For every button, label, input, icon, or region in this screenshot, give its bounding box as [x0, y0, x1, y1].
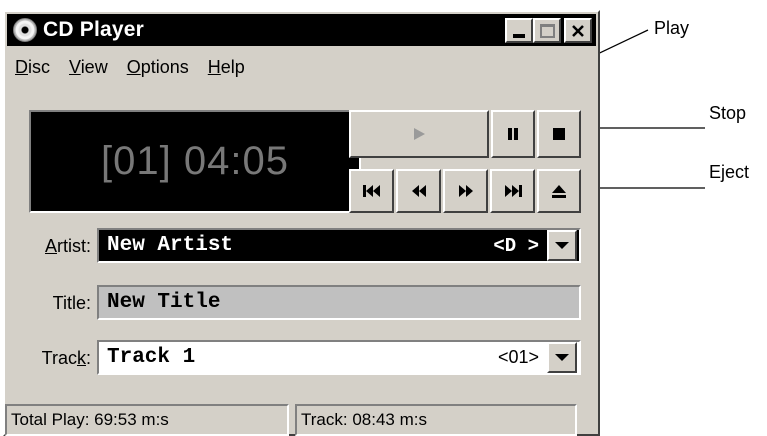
artist-label: Artist:: [44, 236, 91, 256]
maximize-icon: [539, 23, 555, 38]
track-label: Track:: [41, 348, 91, 368]
eject-callout-label: Eject: [709, 162, 750, 182]
play-icon: [414, 128, 425, 140]
time-display[interactable]: [01] 04:05: [29, 110, 361, 213]
pause-button[interactable]: [491, 110, 535, 158]
minimize-button[interactable]: [505, 18, 533, 43]
close-button[interactable]: [564, 18, 592, 43]
track-status: Track: 08:43 m:s: [295, 404, 577, 436]
skip-forward-button[interactable]: [443, 169, 488, 213]
next-track-icon: [504, 185, 522, 197]
cd-player-window: CD Player Disc View Options Help [01] 04…: [3, 10, 600, 436]
skip-backward-button[interactable]: [396, 169, 441, 213]
fast-forward-icon: [458, 185, 473, 197]
total-play-status: Total Play: 69:53 m:s: [5, 404, 289, 436]
menu-options[interactable]: Options: [127, 57, 189, 78]
track-field[interactable]: Track 1 <01>: [97, 340, 581, 375]
play-callout-label: Play: [654, 18, 690, 38]
next-track-button[interactable]: [490, 169, 535, 213]
window-title: CD Player: [43, 18, 145, 41]
track-number: <01>: [497, 347, 539, 367]
play-button[interactable]: [349, 110, 489, 158]
previous-track-button[interactable]: [349, 169, 394, 213]
title-field[interactable]: New Title: [97, 285, 581, 320]
window-controls: [505, 18, 592, 43]
menu-help[interactable]: Help: [208, 57, 245, 78]
stop-icon: [553, 128, 565, 140]
track-dropdown-button[interactable]: [547, 342, 577, 373]
close-icon: [572, 24, 584, 37]
title-bar[interactable]: CD Player: [7, 14, 596, 46]
previous-track-icon: [362, 185, 380, 197]
menu-view[interactable]: View: [69, 57, 108, 78]
artist-value: New Artist: [107, 234, 234, 257]
title-value: New Title: [107, 291, 221, 314]
title-label: Title:: [52, 293, 91, 313]
eject-button[interactable]: [537, 169, 581, 213]
stop-callout-label: Stop: [709, 103, 747, 123]
chevron-down-icon: [555, 242, 569, 249]
drive-indicator: <D >: [493, 234, 539, 257]
chevron-down-icon: [555, 354, 569, 361]
minimize-icon: [513, 33, 525, 38]
stop-button[interactable]: [537, 110, 581, 158]
track-value: Track 1: [107, 346, 196, 369]
artist-field[interactable]: New Artist <D >: [97, 228, 581, 263]
maximize-button[interactable]: [533, 18, 561, 43]
eject-icon: [552, 185, 566, 198]
track-time-readout: [01] 04:05: [101, 139, 289, 183]
menu-bar: Disc View Options Help: [15, 52, 264, 82]
menu-disc[interactable]: Disc: [15, 57, 50, 78]
pause-icon: [508, 128, 518, 140]
artist-dropdown-button[interactable]: [547, 230, 577, 261]
cd-disc-icon: [13, 18, 37, 42]
rewind-icon: [411, 185, 426, 197]
